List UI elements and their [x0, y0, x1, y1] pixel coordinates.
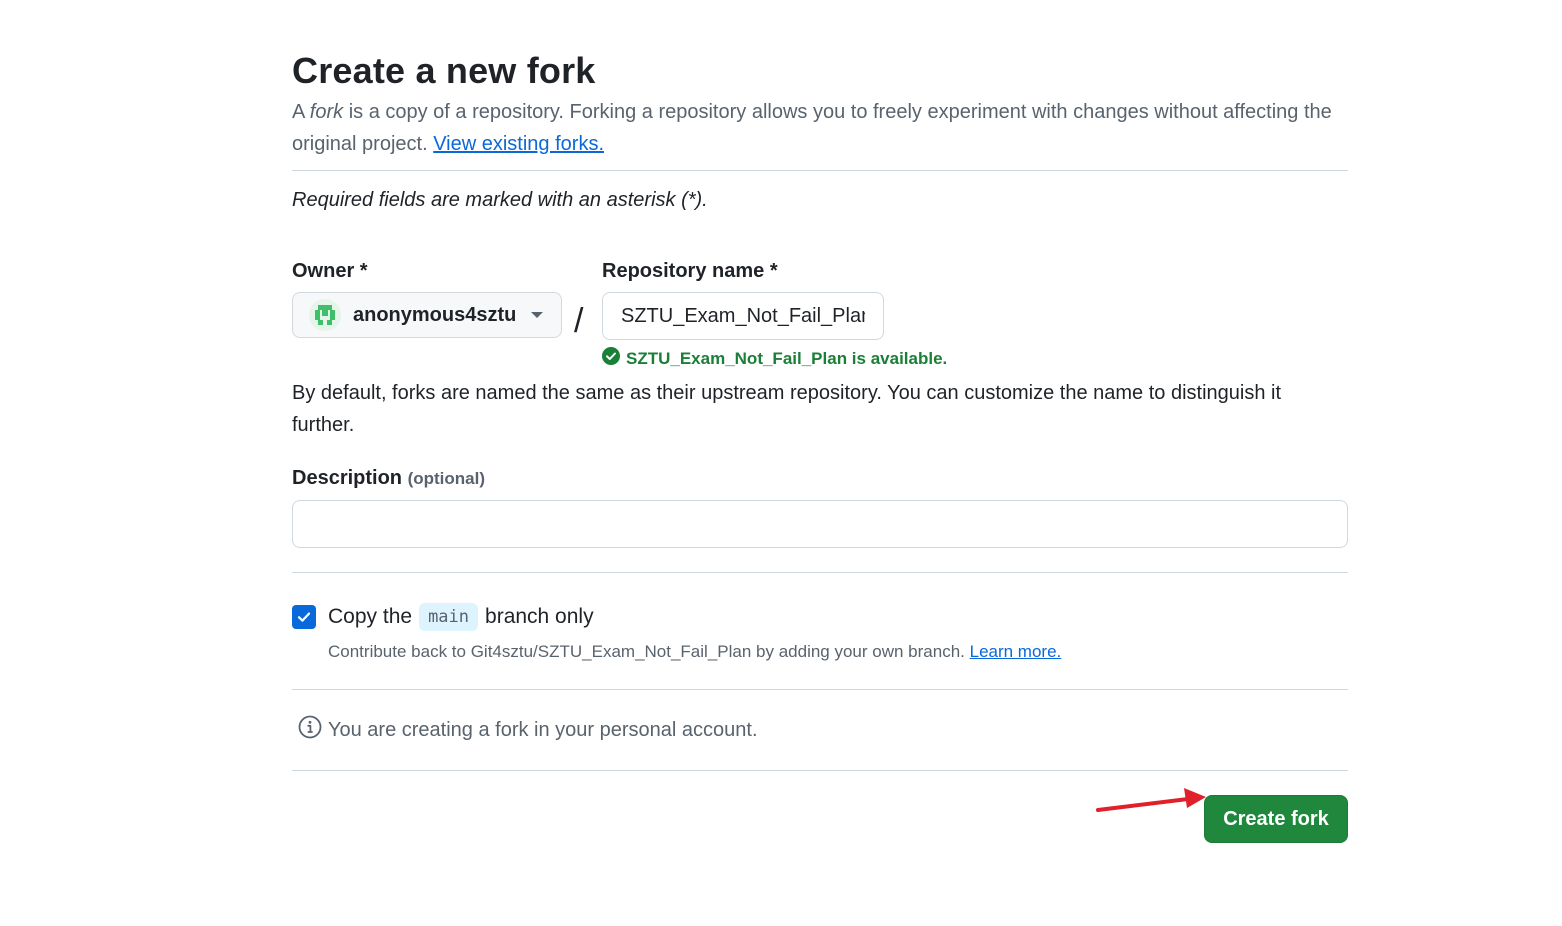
fork-form-container: Create a new fork A fork is a copy of a … — [292, 48, 1348, 843]
owner-field: Owner * anonymous4sztu — [292, 257, 562, 338]
view-existing-forks-link[interactable]: View existing forks. — [433, 133, 604, 155]
copy-branch-text-before: Copy the — [328, 605, 413, 628]
owner-name: anonymous4sztu — [353, 303, 517, 326]
divider — [292, 572, 1348, 573]
copy-branch-option: Copy the main branch only — [292, 601, 1348, 633]
subtitle-fork-word: fork — [309, 101, 344, 123]
availability-text: SZTU_Exam_Not_Fail_Plan is available. — [626, 348, 948, 368]
default-name-note: By default, forks are named the same as … — [292, 382, 1282, 436]
identicon-avatar — [309, 299, 341, 331]
subtitle-prefix: A — [292, 101, 310, 123]
contribute-note: Contribute back to Git4sztu/SZTU_Exam_No… — [328, 639, 1348, 665]
copy-branch-label[interactable]: Copy the main branch only — [328, 603, 594, 631]
description-input[interactable] — [292, 500, 1348, 548]
owner-repo-separator: / — [574, 302, 584, 340]
info-text: You are creating a fork in your personal… — [328, 718, 758, 741]
description-label-text: Description — [292, 467, 403, 489]
checkmark-icon — [297, 612, 311, 622]
page-title: Create a new fork — [292, 50, 596, 91]
availability-message: SZTU_Exam_Not_Fail_Plan is available. — [602, 347, 947, 370]
copy-main-branch-checkbox[interactable] — [292, 605, 316, 629]
red-arrow-annotation — [1096, 788, 1206, 812]
triangle-down-icon — [531, 312, 543, 318]
owner-label: Owner * — [292, 260, 368, 282]
personal-account-info: You are creating a fork in your personal… — [292, 690, 1348, 770]
info-icon — [298, 715, 322, 745]
branch-name-chip: main — [419, 603, 479, 631]
required-fields-note: Required fields are marked with an aster… — [292, 189, 708, 211]
contribute-text: Contribute back to Git4sztu/SZTU_Exam_No… — [328, 642, 970, 661]
learn-more-link[interactable]: Learn more. — [970, 642, 1062, 661]
fork-page: Create a new fork A fork is a copy of a … — [0, 0, 1562, 926]
owner-dropdown-button[interactable]: anonymous4sztu — [292, 292, 562, 338]
divider — [292, 170, 1348, 171]
repository-name-field: Repository name * — [602, 257, 884, 340]
optional-tag: (optional) — [407, 469, 486, 488]
create-fork-button[interactable]: Create fork — [1204, 795, 1348, 843]
description-label: Description (optional) — [292, 463, 1348, 494]
repository-name-label: Repository name * — [602, 260, 778, 282]
owner-repo-row: Owner * anonymous4sztu / Repository name… — [292, 257, 1348, 368]
form-actions: Create fork — [292, 771, 1348, 843]
repository-name-input[interactable] — [602, 292, 884, 340]
copy-branch-text-after: branch only — [485, 605, 594, 628]
page-subtitle: A fork is a copy of a repository. Forkin… — [292, 96, 1348, 160]
check-circle-icon — [602, 347, 620, 370]
